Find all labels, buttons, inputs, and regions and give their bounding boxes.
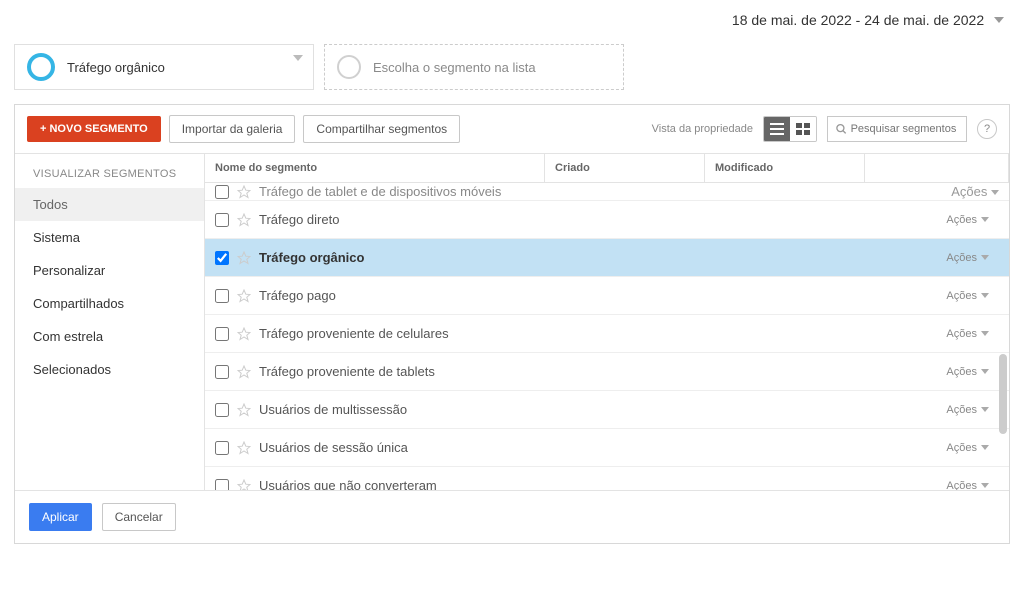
list-icon xyxy=(770,123,784,135)
footer-bar: Aplicar Cancelar xyxy=(15,490,1009,543)
row-actions[interactable]: Ações xyxy=(946,442,999,454)
placeholder-segment-label: Escolha o segmento na lista xyxy=(373,60,536,75)
new-segment-button[interactable]: + NOVO SEGMENTO xyxy=(27,116,161,142)
star-icon[interactable] xyxy=(237,185,251,199)
star-icon[interactable] xyxy=(237,251,251,265)
star-icon[interactable] xyxy=(237,403,251,417)
segment-name: Usuários que não converteram xyxy=(259,478,946,490)
segment-name: Tráfego pago xyxy=(259,288,946,303)
segment-chips-row: Tráfego orgânico Escolha o segmento na l… xyxy=(0,40,1024,104)
chevron-down-icon xyxy=(981,255,989,261)
row-actions[interactable]: Ações xyxy=(946,480,999,491)
table-row[interactable]: Usuários que não converteramAções xyxy=(205,467,1009,490)
cancel-button[interactable]: Cancelar xyxy=(102,503,176,531)
row-checkbox[interactable] xyxy=(215,441,229,455)
row-actions[interactable]: Ações xyxy=(946,328,999,340)
add-segment-placeholder[interactable]: Escolha o segmento na lista xyxy=(324,44,624,90)
table-row[interactable]: Usuários de sessão únicaAções xyxy=(205,429,1009,467)
sidebar-item-com-estrela[interactable]: Com estrela xyxy=(15,320,204,353)
list-view-button[interactable] xyxy=(764,117,790,141)
row-checkbox[interactable] xyxy=(215,327,229,341)
segment-name: Tráfego direto xyxy=(259,212,946,227)
segment-name: Tráfego proveniente de celulares xyxy=(259,326,946,341)
row-checkbox[interactable] xyxy=(215,365,229,379)
chevron-down-icon xyxy=(981,483,989,489)
date-range-text: 18 de mai. de 2022 - 24 de mai. de 2022 xyxy=(732,12,984,28)
row-checkbox[interactable] xyxy=(215,251,229,265)
segment-name: Usuários de sessão única xyxy=(259,440,946,455)
column-actions xyxy=(865,154,1009,182)
date-range-bar[interactable]: 18 de mai. de 2022 - 24 de mai. de 2022 xyxy=(0,0,1024,40)
import-gallery-button[interactable]: Importar da galeria xyxy=(169,115,296,143)
row-actions[interactable]: Ações xyxy=(946,404,999,416)
star-icon[interactable] xyxy=(237,365,251,379)
row-checkbox[interactable] xyxy=(215,213,229,227)
row-actions[interactable]: Ações xyxy=(946,290,999,302)
active-segment-chip[interactable]: Tráfego orgânico xyxy=(14,44,314,90)
search-input[interactable] xyxy=(851,123,958,135)
sidebar-item-selecionados[interactable]: Selecionados xyxy=(15,353,204,386)
column-name[interactable]: Nome do segmento xyxy=(205,154,545,182)
grid-icon xyxy=(796,123,810,135)
chevron-down-icon xyxy=(994,17,1004,25)
toolbar: + NOVO SEGMENTO Importar da galeria Comp… xyxy=(15,105,1009,154)
segment-circle-placeholder-icon xyxy=(337,55,361,79)
table-row[interactable]: Tráfego pagoAções xyxy=(205,277,1009,315)
active-segment-label: Tráfego orgânico xyxy=(67,60,165,75)
row-actions[interactable]: Ações xyxy=(951,184,999,199)
sidebar-header: VISUALIZAR SEGMENTOS xyxy=(15,168,204,188)
sidebar-item-personalizar[interactable]: Personalizar xyxy=(15,254,204,287)
row-checkbox[interactable] xyxy=(215,403,229,417)
search-icon xyxy=(836,123,847,135)
scrollbar[interactable] xyxy=(999,354,1007,434)
column-created[interactable]: Criado xyxy=(545,154,705,182)
chevron-down-icon xyxy=(293,51,303,66)
chevron-down-icon xyxy=(981,217,989,223)
star-icon[interactable] xyxy=(237,213,251,227)
view-property-label: Vista da propriedade xyxy=(652,123,753,135)
chevron-down-icon xyxy=(981,407,989,413)
search-segments-box[interactable] xyxy=(827,116,967,142)
segment-name: Tráfego proveniente de tablets xyxy=(259,364,946,379)
help-button[interactable]: ? xyxy=(977,119,997,139)
row-checkbox[interactable] xyxy=(215,289,229,303)
table-row[interactable]: Tráfego diretoAções xyxy=(205,201,1009,239)
row-actions[interactable]: Ações xyxy=(946,214,999,226)
segments-panel: + NOVO SEGMENTO Importar da galeria Comp… xyxy=(14,104,1010,544)
main-area: VISUALIZAR SEGMENTOS Todos Sistema Perso… xyxy=(15,154,1009,490)
row-actions[interactable]: Ações xyxy=(946,252,999,264)
row-actions[interactable]: Ações xyxy=(946,366,999,378)
column-modified[interactable]: Modificado xyxy=(705,154,865,182)
segment-name: Tráfego de tablet e de dispositivos móve… xyxy=(259,184,951,199)
row-checkbox[interactable] xyxy=(215,479,229,491)
sidebar-item-sistema[interactable]: Sistema xyxy=(15,221,204,254)
segments-table: Nome do segmento Criado Modificado Tráfe… xyxy=(205,154,1009,490)
star-icon[interactable] xyxy=(237,441,251,455)
view-toggle xyxy=(763,116,817,142)
star-icon[interactable] xyxy=(237,289,251,303)
segment-circle-icon xyxy=(27,53,55,81)
segment-name: Usuários de multissessão xyxy=(259,402,946,417)
apply-button[interactable]: Aplicar xyxy=(29,503,92,531)
sidebar-item-compartilhados[interactable]: Compartilhados xyxy=(15,287,204,320)
chevron-down-icon xyxy=(991,190,999,196)
table-row-partial: Tráfego de tablet e de dispositivos móve… xyxy=(205,183,1009,201)
table-row[interactable]: Usuários de multissessãoAções xyxy=(205,391,1009,429)
chevron-down-icon xyxy=(981,293,989,299)
grid-view-button[interactable] xyxy=(790,117,816,141)
chevron-down-icon xyxy=(981,331,989,337)
share-segments-button[interactable]: Compartilhar segmentos xyxy=(303,115,460,143)
sidebar-item-todos[interactable]: Todos xyxy=(15,188,204,221)
chevron-down-icon xyxy=(981,369,989,375)
chevron-down-icon xyxy=(981,445,989,451)
segment-name: Tráfego orgânico xyxy=(259,250,946,265)
row-checkbox[interactable] xyxy=(215,185,229,199)
star-icon[interactable] xyxy=(237,327,251,341)
star-icon[interactable] xyxy=(237,479,251,491)
table-row[interactable]: Tráfego proveniente de tabletsAções xyxy=(205,353,1009,391)
table-row[interactable]: Tráfego proveniente de celularesAções xyxy=(205,315,1009,353)
sidebar: VISUALIZAR SEGMENTOS Todos Sistema Perso… xyxy=(15,154,205,490)
table-row[interactable]: Tráfego orgânicoAções xyxy=(205,239,1009,277)
table-header: Nome do segmento Criado Modificado xyxy=(205,154,1009,183)
